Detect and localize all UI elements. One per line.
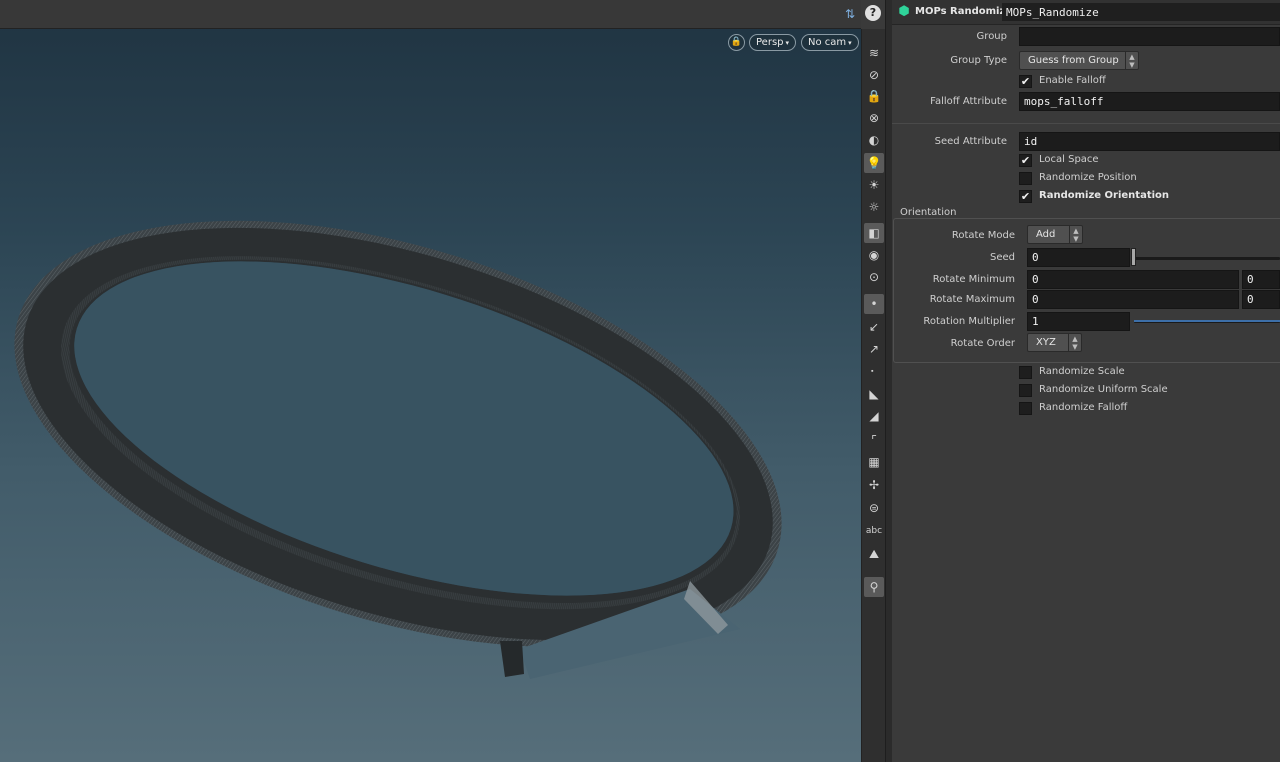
vector-display-icon[interactable]: ✢ xyxy=(864,475,884,495)
background-image-icon[interactable]: ⛰ xyxy=(864,544,884,564)
viewport-display-toolbar: ≋ ⊘ 🔒 ⊗ ◐ 💡 ☀ ☼ ◧ ◉ ⊙ • ↙ ↗ ⠂ ◣ ◢ ⌜ ▦ ✢ ⊜ abc ⛰ ⚲ xyxy=(861,29,885,762)
randomize-orientation-label: Randomize Orientation xyxy=(1039,190,1170,201)
template-icon[interactable]: ⊘ xyxy=(864,65,884,85)
normals-icon[interactable]: ↙ xyxy=(864,317,884,337)
mops-node-icon[interactable]: ⬢ xyxy=(896,4,912,20)
point-numbers-icon[interactable]: ⠂ xyxy=(864,362,884,382)
updown-arrows-icon: ▲ ▼ xyxy=(1069,226,1082,243)
checkbox-empty-icon[interactable] xyxy=(1019,172,1032,185)
edge-display-icon[interactable]: ⌜ xyxy=(864,430,884,450)
prim-numbers-icon[interactable]: ◢ xyxy=(864,406,884,426)
lock-camera-icon[interactable]: 🔒 xyxy=(864,86,884,106)
randomize-scale-label: Randomize Scale xyxy=(1039,366,1125,377)
checkbox-empty-icon[interactable] xyxy=(1019,366,1032,379)
node-name-input[interactable] xyxy=(1002,3,1280,21)
group-type-menu[interactable]: Guess from Group ▲ ▼ xyxy=(1019,51,1139,70)
rotate-maximum-label: Rotate Maximum xyxy=(929,294,1015,305)
display-options-icon[interactable]: ⇅ xyxy=(842,6,858,22)
rotate-maximum-y-field[interactable]: 0 xyxy=(1242,290,1280,309)
rotate-mode-menu[interactable]: Add ▲ ▼ xyxy=(1027,225,1083,244)
scene-viewport[interactable]: ⇅ 🔒 Persp ▾ No cam ▾ xyxy=(0,0,861,762)
node-header: ⬢ MOPs Randomize xyxy=(892,0,1280,25)
ghost-display-icon[interactable]: ≋ xyxy=(864,43,884,63)
updown-arrows-icon: ▲ ▼ xyxy=(1125,52,1138,69)
snap-off-icon[interactable]: ⊗ xyxy=(864,108,884,128)
seed-label: Seed xyxy=(990,252,1015,263)
seed-slider-handle[interactable] xyxy=(1131,248,1136,266)
light-bulb-alt-icon[interactable]: ☼ xyxy=(864,197,884,217)
rotate-minimum-label: Rotate Minimum xyxy=(932,274,1015,285)
rotate-order-value: XYZ xyxy=(1036,337,1056,348)
rotate-minimum-x-field[interactable]: 0 xyxy=(1027,270,1239,289)
randomize-position-label: Randomize Position xyxy=(1039,172,1137,183)
group-field[interactable] xyxy=(1019,27,1280,46)
rotate-order-label: Rotate Order xyxy=(950,338,1015,349)
rotate-maximum-x-field[interactable]: 0 xyxy=(1027,290,1239,309)
uv-display-icon[interactable]: ▦ xyxy=(864,452,884,472)
checkbox-empty-icon[interactable] xyxy=(1019,384,1032,397)
help-icon[interactable]: ? xyxy=(865,5,881,21)
rotate-minimum-y-field[interactable]: 0 xyxy=(1242,270,1280,289)
text-display-icon[interactable]: abc xyxy=(864,521,884,541)
rotation-multiplier-slider-fill xyxy=(1134,320,1280,322)
orientation-title: Orientation xyxy=(898,207,959,218)
randomize-falloff-label: Randomize Falloff xyxy=(1039,402,1128,413)
checkbox-checked-icon[interactable]: ✔ xyxy=(1019,190,1032,203)
falloff-attribute-label: Falloff Attribute xyxy=(930,96,1007,107)
parameter-panel: ⬢ MOPs Randomize Group Group Type Guess … xyxy=(892,0,1280,762)
rotate-order-menu[interactable]: XYZ ▲ ▼ xyxy=(1027,333,1082,352)
falloff-attribute-field[interactable]: mops_falloff xyxy=(1019,92,1280,111)
point-display-icon[interactable]: • xyxy=(864,294,884,314)
checkbox-checked-icon[interactable]: ✔ xyxy=(1019,154,1032,167)
checkbox-empty-icon[interactable] xyxy=(1019,402,1032,415)
shading-icon[interactable]: ◐ xyxy=(864,130,884,150)
viewport-toolbar xyxy=(0,0,861,29)
prim-normals-icon[interactable]: ◣ xyxy=(864,384,884,404)
rotation-multiplier-label: Rotation Multiplier xyxy=(923,316,1015,327)
local-space-label: Local Space xyxy=(1039,154,1099,165)
seed-field[interactable]: 0 xyxy=(1027,248,1130,267)
camera-eye-icon[interactable]: ⊙ xyxy=(864,267,884,287)
ring-geometry xyxy=(14,220,782,679)
updown-arrows-icon: ▲ ▼ xyxy=(1068,334,1081,351)
enable-falloff-label: Enable Falloff xyxy=(1039,75,1106,86)
display-mode-icon[interactable]: ◧ xyxy=(864,223,884,243)
checkbox-checked-icon[interactable]: ✔ xyxy=(1019,75,1032,88)
light-bulb-small-icon[interactable]: ☀ xyxy=(864,175,884,195)
visibility-icon[interactable]: ◉ xyxy=(864,245,884,265)
separator xyxy=(892,123,1280,124)
rotate-mode-label: Rotate Mode xyxy=(951,230,1015,241)
randomize-uniform-scale-label: Randomize Uniform Scale xyxy=(1039,384,1168,395)
group-label: Group xyxy=(976,31,1007,42)
light-icon[interactable]: 💡 xyxy=(864,153,884,173)
pane-divider[interactable] xyxy=(885,0,892,762)
rotation-multiplier-field[interactable]: 1 xyxy=(1027,312,1130,331)
rotate-mode-value: Add xyxy=(1036,229,1056,240)
group-type-value: Guess from Group xyxy=(1028,55,1119,66)
handle-display-icon[interactable]: ⚲ xyxy=(864,577,884,597)
point-normals-icon[interactable]: ↗ xyxy=(864,339,884,359)
hull-display-icon[interactable]: ⊜ xyxy=(864,498,884,518)
node-type-label: MOPs Randomize xyxy=(915,6,1013,17)
seed-attribute-label: Seed Attribute xyxy=(934,136,1007,147)
group-type-label: Group Type xyxy=(950,55,1007,66)
seed-attribute-field[interactable]: id xyxy=(1019,132,1280,151)
seed-slider-track[interactable] xyxy=(1134,257,1280,260)
